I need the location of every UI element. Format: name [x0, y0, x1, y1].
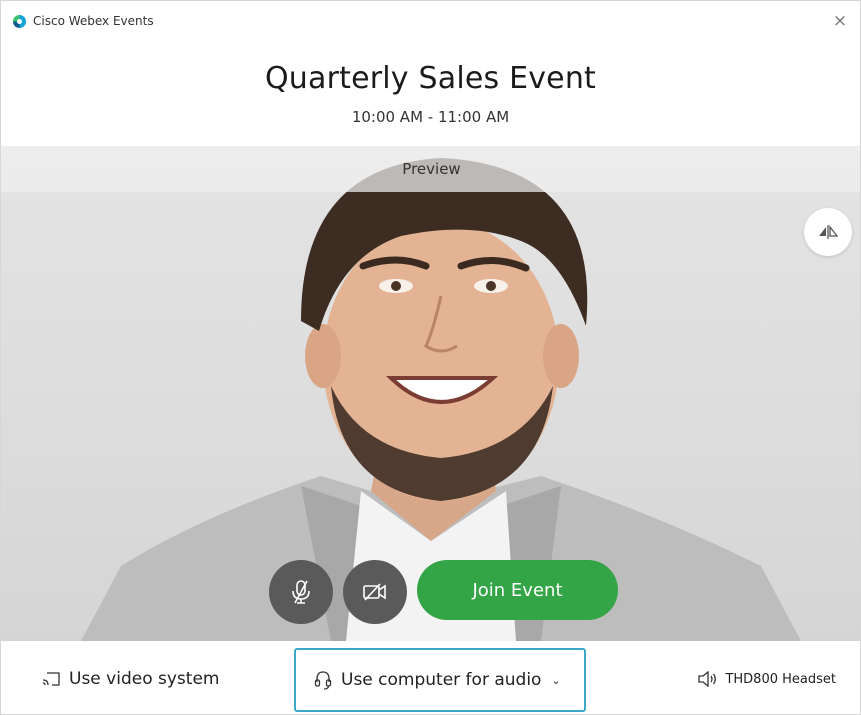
chevron-down-icon: ⌄ [551, 673, 561, 687]
use-video-system-label: Use video system [69, 669, 220, 689]
app-title: Cisco Webex Events [33, 14, 154, 28]
speaker-device-selector[interactable]: THD800 Headset [697, 671, 836, 687]
event-title: Quarterly Sales Event [264, 61, 597, 96]
audio-connection-dropdown[interactable]: Use computer for audio ⌄ [294, 648, 586, 712]
bottom-bar: Use video system Use computer for audio … [1, 641, 860, 714]
use-video-system-button[interactable]: Use video system [41, 669, 219, 689]
meeting-controls: Join Event [1, 146, 860, 641]
microphone-muted-icon [292, 580, 310, 604]
stop-video-button[interactable] [343, 560, 407, 624]
video-preview: Preview Join Event [1, 146, 860, 641]
event-time: 10:00 AM - 11:00 AM [351, 108, 510, 126]
webex-preview-window: Cisco Webex Events × Quarterly Sales Eve… [0, 0, 861, 715]
headset-icon [314, 671, 332, 690]
audio-connection-label: Use computer for audio [341, 670, 542, 690]
webex-logo-icon [13, 14, 26, 28]
speaker-icon [698, 671, 717, 687]
mute-button[interactable] [269, 560, 333, 624]
close-button[interactable]: × [830, 11, 850, 31]
camera-off-icon [363, 583, 386, 601]
join-event-button[interactable]: Join Event [417, 560, 618, 620]
event-header: Quarterly Sales Event 10:00 AM - 11:00 A… [1, 41, 860, 146]
cast-screen-icon [42, 672, 60, 686]
speaker-device-label: THD800 Headset [725, 671, 836, 687]
title-bar: Cisco Webex Events × [1, 1, 860, 41]
